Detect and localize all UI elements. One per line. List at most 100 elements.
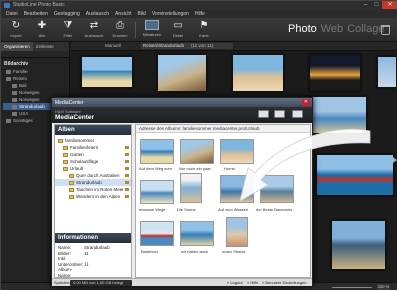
folder-icon bbox=[69, 187, 74, 192]
album-item[interactable]: Quer durch Australien bbox=[55, 172, 131, 179]
tree-item-norwegen[interactable]: Norwegen bbox=[3, 89, 67, 96]
photo-thumbnail[interactable] bbox=[157, 54, 207, 92]
album-thumbnail[interactable] bbox=[140, 180, 174, 204]
dialog-title: MediaCenter bbox=[55, 99, 84, 106]
thumbnail-caption: Auf zum Wasser! bbox=[218, 207, 249, 212]
menu-hilfe[interactable]: Hilfe bbox=[195, 10, 205, 18]
tree-item-label: Strandurlaub bbox=[19, 104, 45, 109]
menu-austausch[interactable]: Austausch bbox=[86, 10, 109, 18]
map-icon: ⚑ bbox=[199, 20, 209, 31]
tree-item-label: Norwegen bbox=[19, 90, 40, 95]
detail-label: Detail bbox=[172, 33, 184, 38]
miniaturen-label: Miniaturen bbox=[142, 32, 162, 37]
folder-icon bbox=[63, 166, 68, 171]
album-thumbnail[interactable] bbox=[140, 139, 174, 164]
album-label: Familienfeiern bbox=[70, 145, 99, 150]
album-thumbnail[interactable] bbox=[226, 217, 248, 247]
photo-thumbnail[interactable] bbox=[81, 56, 133, 88]
photo-thumbnail[interactable] bbox=[377, 56, 397, 88]
album-item[interactable]: Wandern in den Alpen bbox=[55, 193, 131, 200]
settings-link[interactable]: » Benutzer Einstellungen bbox=[262, 280, 306, 286]
thumbnail-caption: wir haben auch bbox=[181, 249, 209, 254]
tree-item-bali[interactable]: Bali bbox=[3, 82, 67, 89]
menu-voreinstellungen[interactable]: Voreinstellungen bbox=[152, 10, 189, 18]
photo-thumbnail[interactable] bbox=[316, 154, 394, 196]
album-thumbnail[interactable] bbox=[180, 139, 214, 164]
upload-button[interactable] bbox=[258, 110, 269, 118]
info-row: Inkl. Unterordner:11 bbox=[58, 256, 110, 267]
tree-item-label: Sonstiges bbox=[13, 118, 33, 123]
album-thumbnail[interactable] bbox=[180, 221, 214, 246]
album-item[interactable]: Urlaub bbox=[55, 165, 131, 172]
info-key: Inkl. Unterordner: bbox=[58, 256, 84, 267]
left-panel-tabs: Organisieren Zeitleiste bbox=[1, 42, 69, 51]
maximize-button[interactable]: □ bbox=[371, 1, 382, 9]
menu-ansicht[interactable]: Ansicht bbox=[115, 10, 131, 18]
album-item[interactable]: Tauchen im Roten Meer bbox=[55, 186, 131, 193]
info-table: Name: Strandurlaub Bilder: 11 Inkl. Untero… bbox=[58, 245, 110, 278]
share-icon: ⇄ bbox=[89, 20, 99, 31]
dialog-close-button[interactable]: ✕ bbox=[302, 99, 310, 106]
zoom-level[interactable]: 200 % bbox=[377, 284, 390, 290]
album-thumbnail[interactable] bbox=[260, 175, 294, 203]
folder-icon bbox=[12, 111, 17, 116]
album-thumbnail[interactable] bbox=[220, 175, 254, 203]
alle-button[interactable]: ✚ Alle bbox=[31, 20, 53, 41]
filter-button[interactable]: ⧩ Filter bbox=[57, 20, 79, 41]
photo-thumbnail[interactable] bbox=[232, 54, 284, 92]
photo-thumbnail[interactable] bbox=[309, 54, 361, 92]
album-thumbnail[interactable] bbox=[220, 139, 254, 164]
info-header: Informationen bbox=[55, 233, 131, 243]
album-item[interactable]: familiesommer bbox=[55, 137, 131, 144]
albums-panel: Alben familiesommer Familienfeiern Garte… bbox=[54, 124, 132, 278]
tab-collage[interactable]: Collage bbox=[347, 23, 384, 35]
album-thumbnail[interactable] bbox=[180, 173, 202, 203]
menu-bild[interactable]: Bild bbox=[138, 10, 146, 18]
album-button[interactable] bbox=[274, 110, 285, 118]
tree-item-label: USA bbox=[19, 111, 29, 116]
logout-link[interactable]: » Logout bbox=[227, 280, 243, 286]
view-tabs: Photo Web Collage bbox=[288, 23, 384, 35]
folder-icon bbox=[12, 97, 17, 102]
toolbar-separator bbox=[135, 22, 136, 38]
photo-count: (11 von 11) bbox=[191, 43, 214, 48]
import-button[interactable]: ↻ Import bbox=[5, 20, 27, 41]
tab-web[interactable]: Web bbox=[321, 23, 343, 35]
karte-button[interactable]: ⚑ Karte bbox=[193, 20, 215, 41]
folder-icon bbox=[12, 104, 17, 109]
minimize-button[interactable]: – bbox=[360, 1, 371, 9]
menu-datei[interactable]: Datei bbox=[6, 10, 18, 18]
tree-item-reisen[interactable]: Reisen bbox=[3, 75, 67, 82]
photo-thumbnail[interactable] bbox=[331, 220, 386, 270]
scroll-right-icon[interactable] bbox=[393, 157, 397, 163]
content-toolbar: Manuell Reisen\Strandurlaub (11 von 11) bbox=[71, 42, 397, 51]
album-label: Strandurlaub bbox=[76, 180, 102, 185]
tree-item-familie[interactable]: Familie bbox=[3, 68, 67, 75]
drucken-button[interactable]: ⎙ Drucken bbox=[109, 20, 131, 41]
mail-button[interactable] bbox=[292, 110, 303, 118]
album-item-selected[interactable]: Strandurlaub bbox=[55, 179, 131, 186]
sort-dropdown[interactable]: Manuell bbox=[105, 43, 121, 48]
miniaturen-button[interactable]: Miniaturen bbox=[141, 20, 163, 41]
help-link[interactable]: » Hilfe bbox=[247, 280, 258, 286]
menu-bearbeiten[interactable]: Bearbeiten bbox=[24, 10, 48, 18]
austausch-button[interactable]: ⇄ Austausch bbox=[83, 20, 105, 41]
austausch-label: Austausch bbox=[84, 33, 104, 38]
detail-button[interactable]: ▭ Detail bbox=[167, 20, 189, 41]
menu-geotagging[interactable]: Geotagging bbox=[54, 10, 80, 18]
close-button[interactable]: ✕ bbox=[382, 1, 397, 9]
album-item[interactable]: Schulausflüge bbox=[55, 158, 131, 165]
photo-thumbnail[interactable] bbox=[309, 96, 367, 134]
trash-icon[interactable] bbox=[381, 25, 390, 35]
album-item[interactable]: Familienfeiern bbox=[55, 144, 131, 151]
album-path: Reisen\Strandurlaub bbox=[141, 43, 233, 49]
album-label: Urlaub bbox=[70, 166, 84, 171]
zoom-slider[interactable] bbox=[332, 287, 372, 288]
tab-organisieren[interactable]: Organisieren bbox=[1, 42, 33, 51]
dialog-title-bar: MediaCenter ✕ bbox=[52, 98, 312, 107]
tab-zeitleiste[interactable]: Zeitleiste bbox=[33, 42, 57, 51]
tab-photo[interactable]: Photo bbox=[288, 23, 317, 35]
archive-header[interactable]: Bildarchiv bbox=[3, 60, 67, 68]
album-thumbnail[interactable] bbox=[140, 221, 174, 246]
album-item[interactable]: Garten bbox=[55, 151, 131, 158]
